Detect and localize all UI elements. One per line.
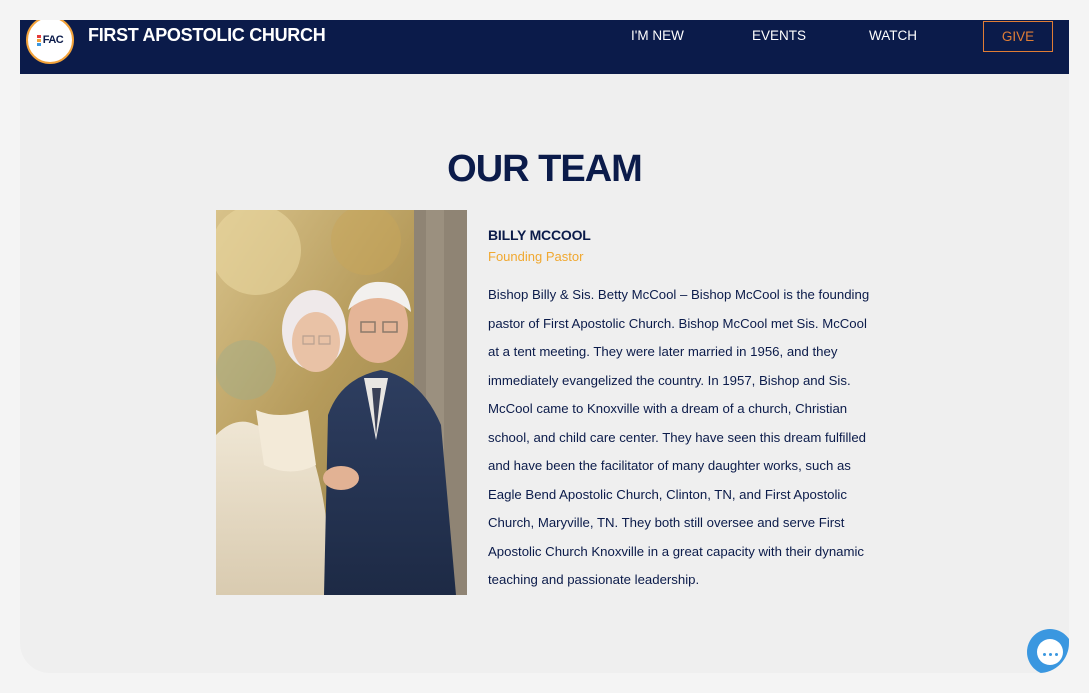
chat-dots-icon — [1043, 653, 1058, 656]
chat-widget-button[interactable] — [1027, 629, 1069, 673]
team-member-photo — [216, 210, 467, 595]
nav-events[interactable]: EVENTS — [752, 28, 806, 44]
browser-viewport: FAC FIRST APOSTOLIC CHURCH I'M NEW EVENT… — [20, 20, 1069, 673]
logo-mark-icon — [36, 34, 41, 46]
member-name: BILLY MCCOOL — [488, 227, 591, 243]
top-navbar: FAC FIRST APOSTOLIC CHURCH I'M NEW EVENT… — [20, 20, 1069, 74]
section-title: OUR TEAM — [447, 148, 643, 190]
nav-watch[interactable]: WATCH — [869, 28, 917, 44]
logo-text: FAC — [42, 34, 64, 46]
member-bio: Bishop Billy & Sis. Betty McCool – Bisho… — [488, 287, 870, 587]
chat-bubble-icon — [1037, 639, 1063, 665]
device-frame: FAC FIRST APOSTOLIC CHURCH I'M NEW EVENT… — [0, 0, 1089, 693]
nav-im-new[interactable]: I'M NEW — [631, 28, 684, 44]
site-title[interactable]: FIRST APOSTOLIC CHURCH — [88, 25, 326, 45]
give-button[interactable]: GIVE — [983, 21, 1053, 52]
photo-illustration — [216, 210, 467, 595]
member-role: Founding Pastor — [488, 249, 584, 264]
church-logo[interactable]: FAC — [26, 20, 74, 64]
